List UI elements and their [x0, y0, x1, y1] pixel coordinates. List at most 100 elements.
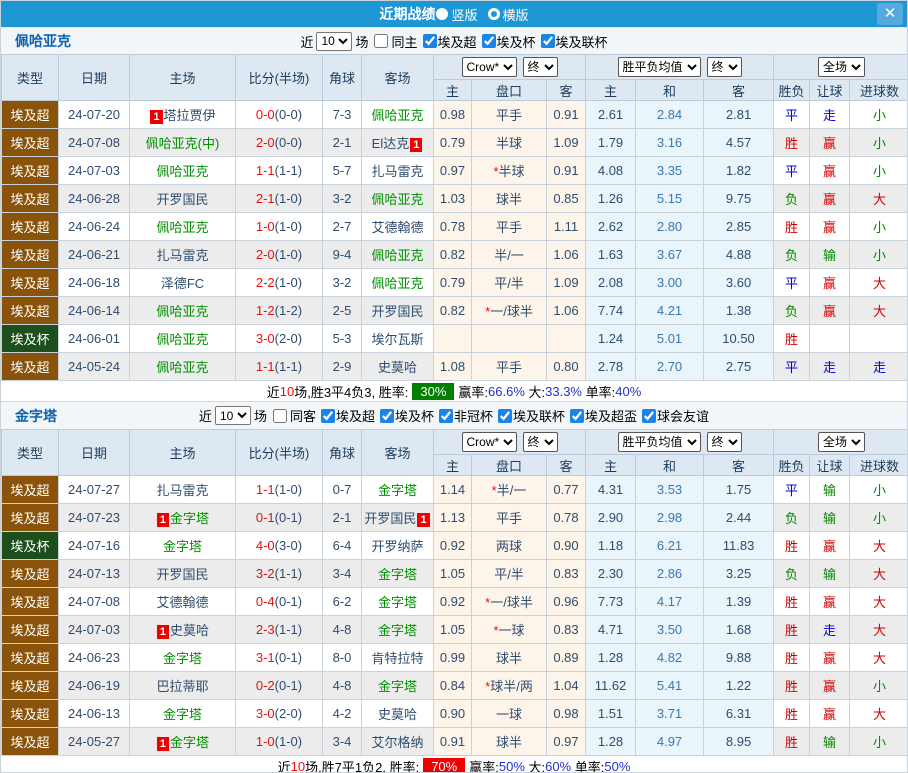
team-name: 佩哈亚克 — [15, 33, 71, 49]
same-venue-checkbox[interactable] — [272, 408, 287, 423]
home-team-cell: 佩哈亚克 — [129, 212, 236, 241]
league-checkbox[interactable] — [481, 34, 496, 48]
handicap-result: 走 — [809, 100, 851, 129]
league-checkbox[interactable] — [439, 408, 453, 423]
win-draw-loss-result: 负 — [773, 296, 811, 325]
horizontal-layout-radio[interactable] — [487, 8, 500, 20]
league-checkbox-label[interactable]: 埃及超盃 — [565, 406, 637, 425]
handicap-result: 输 — [809, 503, 851, 532]
away-team-name: El达克 1 — [372, 136, 424, 152]
horizontal-layout-label[interactable]: 横版 — [503, 5, 529, 24]
same-venue-checkbox[interactable] — [374, 34, 389, 48]
away-odds: 1.09 — [545, 268, 587, 297]
home-team-cell: 开罗国民 — [129, 184, 236, 213]
away-team-text: 扎马雷克 — [371, 164, 424, 179]
over-under-result: 走 — [849, 352, 907, 381]
league-checkbox[interactable] — [498, 408, 513, 423]
league-label: 埃及超盃 — [585, 409, 638, 424]
away-team-cell: 开罗国民 — [361, 296, 434, 325]
results-table: 类型 日期 主场 比分(半场) 角球 客场 Crow* 终胜平负均值终全场主盘口客主和客胜负让… — [1, 54, 907, 381]
away-odds: 0.85 — [545, 184, 587, 213]
same-venue-checkbox-label[interactable]: 同客 — [267, 406, 316, 425]
full-time-score: 1-2 — [255, 303, 275, 318]
handicap-result: 赢 — [809, 184, 851, 213]
vertical-layout-radio[interactable] — [436, 8, 449, 20]
corner-count: 4-2 — [322, 699, 362, 728]
away-team-name: 金字塔 — [378, 679, 417, 694]
league-checkbox[interactable] — [320, 408, 335, 423]
away-odds — [545, 324, 587, 353]
match-row: 埃及超 24-07-13 开罗国民 3-2(1-1) 3-4 金字塔 1.05 平/半 0.83… — [1, 559, 907, 588]
league-checkbox-label[interactable]: 非冠杯 — [434, 406, 493, 425]
home-team-name: 巴拉蒂耶 — [156, 679, 208, 694]
home-red-card-badge: 1 — [156, 513, 170, 527]
league-checkbox[interactable] — [379, 408, 394, 423]
home-odds: 0.78 — [433, 212, 472, 241]
summary-line: 近 10 场,胜7平1负2, 胜率: 70% 赢率: 50% 大: 60% 单率: 50% — [1, 756, 907, 773]
league-checkbox[interactable] — [540, 34, 555, 48]
league-checkbox-label[interactable]: 埃及杯 — [375, 406, 434, 425]
avg-final-select[interactable]: 终 — [706, 432, 742, 452]
handicap-result: 走 — [809, 352, 851, 381]
avg-draw-odds: 3.67 — [635, 240, 705, 269]
away-team-name: 金字塔 — [378, 483, 417, 498]
team-name: 金字塔 — [15, 407, 57, 424]
recent-count-select[interactable]: 10 — [214, 406, 251, 425]
league-checkbox-label[interactable]: 球会友谊 — [637, 406, 709, 425]
summary-segment: 近 — [277, 760, 291, 773]
vertical-layout-label[interactable]: 竖版 — [451, 5, 477, 24]
odds-source-select[interactable]: Crow* — [461, 432, 517, 452]
league-checkbox[interactable] — [422, 34, 437, 48]
avg-draw-odds: 5.41 — [635, 671, 705, 700]
full-time-score: 4-0 — [255, 538, 275, 553]
home-odds: 0.82 — [433, 240, 472, 269]
team-section: 金字塔近 10 场同客 埃及超 埃及杯 非冠杯 埃及联杯 埃及超盃 球会友谊 类型 日期 主场 比分(半… — [1, 401, 907, 773]
handicap-line: 一球 — [471, 699, 547, 728]
home-team-text: 佩哈亚克 — [156, 360, 209, 375]
scope-select[interactable]: 全场 — [818, 432, 866, 452]
recent-count-select[interactable]: 10 — [316, 31, 353, 51]
odds-source-select[interactable]: Crow* — [461, 57, 517, 77]
away-team-text: 史莫哈 — [377, 360, 417, 375]
avg-final-select[interactable]: 终 — [706, 57, 742, 77]
avg-draw-odds: 2.70 — [635, 352, 705, 381]
home-team-text: 史莫哈 — [170, 623, 210, 638]
close-button[interactable]: ✕ — [877, 3, 903, 25]
col-header-home: 主场 — [129, 429, 236, 476]
home-team-cell: 佩哈亚克 — [129, 324, 236, 353]
league-checkbox-label[interactable]: 埃及联杯 — [536, 32, 608, 51]
league-checkbox-label[interactable]: 埃及杯 — [477, 32, 536, 51]
match-date: 24-07-03 — [58, 156, 130, 185]
away-team-text: 金字塔 — [377, 483, 417, 498]
scope-select[interactable]: 全场 — [818, 57, 866, 77]
league-checkbox-label[interactable]: 埃及超 — [316, 406, 375, 425]
avg-odds-select[interactable]: 胜平负均值 — [617, 432, 701, 452]
home-red-card-badge: 1 — [150, 110, 163, 124]
match-date: 24-05-24 — [58, 352, 130, 381]
league-checkbox-label[interactable]: 埃及超 — [418, 32, 477, 51]
home-team-name: 1 史莫哈 — [156, 623, 210, 639]
summary-segment: 33.3% — [545, 383, 582, 399]
same-venue-checkbox-label[interactable]: 同主 — [368, 32, 418, 51]
same-venue-label: 同主 — [391, 34, 418, 50]
match-date: 24-07-27 — [58, 475, 130, 504]
half-time-score: (1-0) — [274, 275, 303, 290]
avg-away-odds: 2.75 — [703, 352, 775, 381]
home-team-name: 金字塔 — [163, 539, 202, 554]
handicap-text: 球半 — [495, 651, 522, 666]
league-checkbox[interactable] — [642, 408, 657, 423]
league-checkbox[interactable] — [570, 408, 585, 423]
avg-odds-select[interactable]: 胜平负均值 — [617, 57, 701, 77]
odds-final-select[interactable]: 终 — [522, 57, 558, 77]
match-row: 埃及超 24-05-24 佩哈亚克 1-1(1-1) 2-9 史莫哈 1.08 平手 0.80 2… — [1, 352, 907, 381]
competition-type: 埃及超 — [1, 100, 59, 129]
win-draw-loss-result: 胜 — [773, 531, 811, 560]
avg-draw-odds: 6.21 — [635, 531, 705, 560]
handicap-text: 平手 — [495, 108, 522, 123]
league-checkbox-label[interactable]: 埃及联杯 — [493, 406, 565, 425]
handicap-result: 赢 — [809, 268, 851, 297]
home-team-text: 金字塔 — [170, 735, 210, 750]
half-time-score: (0-0) — [274, 107, 303, 122]
odds-final-select[interactable]: 终 — [522, 432, 558, 452]
away-odds: 0.98 — [545, 699, 587, 728]
